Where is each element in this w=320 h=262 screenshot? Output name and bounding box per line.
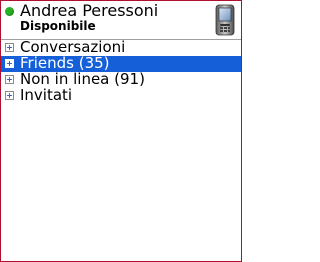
user-name: Andrea Peressoni — [20, 1, 159, 20]
user-status: Disponibile — [20, 19, 96, 33]
expand-icon[interactable] — [5, 43, 14, 52]
mobile-phone-icon — [215, 4, 235, 36]
contact-list-screen: Andrea Peressoni Disponibile Conversazio… — [0, 0, 242, 262]
online-status-icon — [5, 7, 14, 16]
group-row-invitati[interactable]: Invitati — [1, 86, 241, 104]
group-label: Invitati — [20, 86, 73, 104]
user-header[interactable]: Andrea Peressoni Disponibile — [1, 1, 241, 39]
expand-icon[interactable] — [5, 91, 14, 100]
expand-icon[interactable] — [5, 75, 14, 84]
contact-group-list: Conversazioni Friends (35) Non in linea … — [1, 38, 241, 104]
expand-icon[interactable] — [5, 59, 14, 68]
